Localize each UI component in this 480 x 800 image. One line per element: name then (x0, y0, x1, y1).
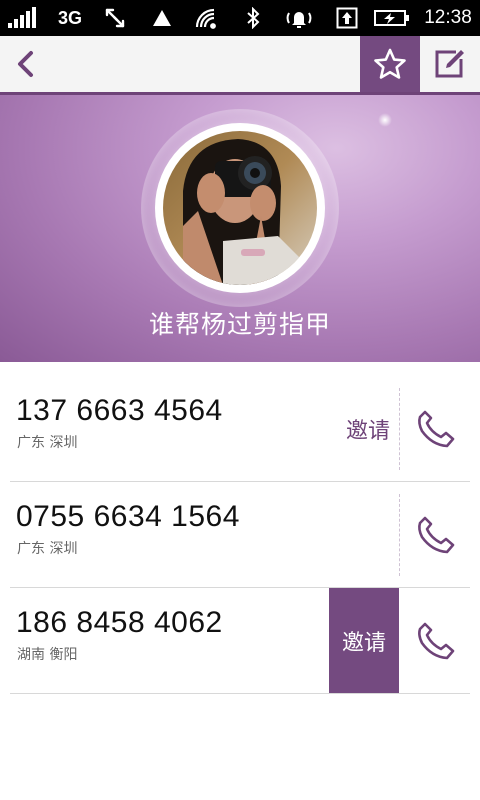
edit-icon (435, 50, 464, 78)
phone-row[interactable]: 0755 6634 1564 广东 深圳 (10, 482, 470, 588)
call-button[interactable] (402, 482, 470, 588)
phone-location: 湖南 衡阳 (17, 647, 78, 663)
contact-name: 谁帮杨过剪指甲 (148, 310, 331, 339)
call-button[interactable] (402, 588, 470, 694)
network-type: 3G (57, 7, 82, 28)
clock: 12:38 (424, 7, 472, 28)
back-button[interactable] (0, 36, 52, 92)
contact-header: 谁帮杨过剪指甲 (0, 95, 480, 362)
phone-icon (418, 410, 455, 448)
battery-charging-icon (372, 0, 412, 36)
edit-button[interactable] (420, 36, 480, 92)
upload-icon (334, 0, 360, 36)
phone-number[interactable]: 137 6663 4564 (16, 394, 223, 428)
phone-location: 广东 深圳 (17, 541, 78, 557)
invite-button[interactable]: 邀请 (329, 588, 399, 694)
phone-number[interactable]: 0755 6634 1564 (16, 500, 240, 534)
star-icon (374, 48, 406, 79)
phone-icon (418, 622, 455, 660)
phone-icon (418, 516, 455, 554)
invite-button[interactable]: 邀请 (338, 376, 398, 482)
phone-location: 广东 深圳 (17, 435, 78, 451)
phone-row[interactable]: 137 6663 4564 广东 深圳 邀请 (10, 376, 470, 482)
avatar[interactable] (163, 131, 317, 285)
wifi-icon (192, 0, 220, 36)
row-separator (10, 693, 470, 694)
phone-row[interactable]: 186 8458 4062 湖南 衡阳 邀请 (10, 588, 470, 694)
call-button[interactable] (402, 376, 470, 482)
chevron-left-icon (18, 51, 33, 77)
favorite-button[interactable] (360, 36, 420, 92)
data-transfer-icon (100, 0, 130, 36)
alarm-icon (284, 0, 314, 36)
bluetooth-icon (240, 0, 266, 36)
triangle-icon (148, 0, 176, 36)
row-divider (399, 388, 400, 470)
sparkle-decoration (378, 113, 392, 127)
row-divider (399, 494, 400, 576)
signal-icon (6, 0, 40, 36)
status-bar: 3G 12:38 (0, 0, 480, 36)
phone-number[interactable]: 186 8458 4062 (16, 606, 223, 640)
